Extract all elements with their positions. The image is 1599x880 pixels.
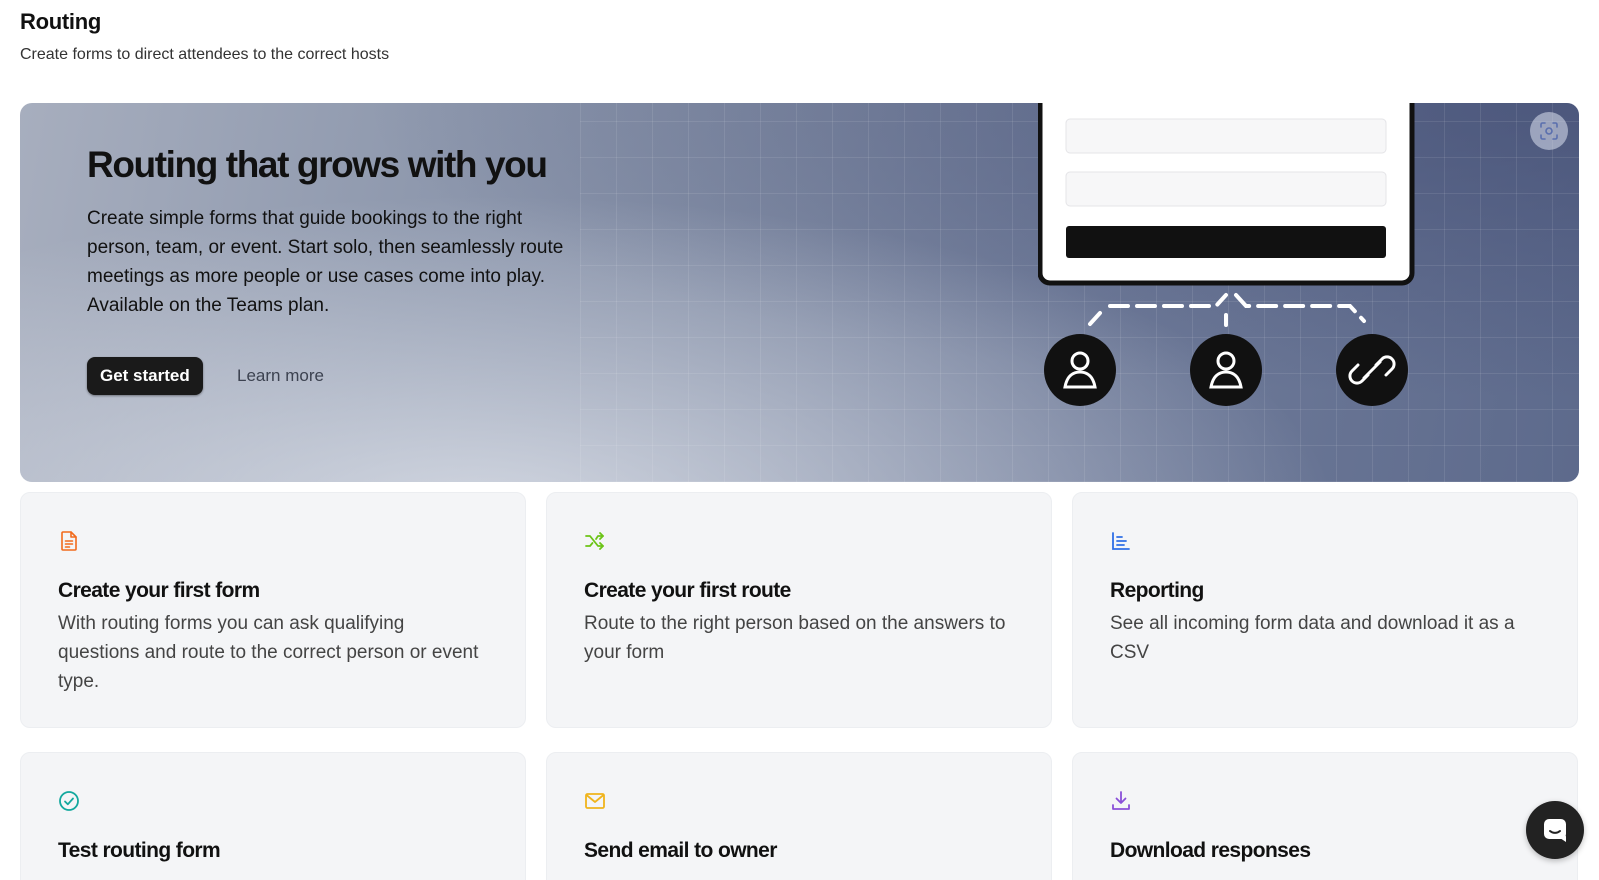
card-create-form[interactable]: Create your first form With routing form… bbox=[20, 492, 526, 728]
chat-bubble-icon bbox=[1544, 819, 1566, 842]
shuffle-icon bbox=[585, 532, 604, 550]
card-description: See all incoming form data and download … bbox=[1110, 613, 1515, 663]
card-reporting[interactable]: Reporting See all incoming form data and… bbox=[1072, 492, 1578, 728]
bar-chart-icon bbox=[1112, 532, 1130, 550]
card-create-route[interactable]: Create your first route Route to the rig… bbox=[546, 492, 1052, 728]
card-description: With routing forms you can ask qualifyin… bbox=[58, 613, 479, 692]
hero-title: Routing that grows with you bbox=[87, 144, 548, 185]
focus-expand-icon bbox=[1540, 122, 1558, 140]
chat-launcher-button[interactable] bbox=[1526, 801, 1584, 859]
card-title: Test routing form bbox=[58, 839, 221, 862]
check-circle-icon bbox=[59, 791, 79, 811]
hero-banner: Routing that grows with you Create simpl… bbox=[20, 103, 1579, 482]
get-started-button[interactable]: Get started bbox=[87, 357, 203, 395]
card-download-responses[interactable]: Download responses bbox=[1072, 752, 1578, 880]
expand-button[interactable] bbox=[1530, 112, 1568, 150]
routing-illustration bbox=[1038, 103, 1415, 406]
card-send-email[interactable]: Send email to owner bbox=[546, 752, 1052, 880]
page-title: Routing bbox=[20, 9, 101, 34]
page-header: Routing Create forms to direct attendees… bbox=[20, 8, 389, 65]
card-title: Download responses bbox=[1110, 839, 1311, 862]
card-description: Route to the right person based on the a… bbox=[584, 613, 1006, 663]
mail-icon bbox=[585, 793, 605, 809]
hero-description: Create simple forms that guide bookings … bbox=[87, 208, 564, 316]
card-title: Reporting bbox=[1110, 579, 1204, 602]
document-icon bbox=[61, 531, 77, 551]
learn-more-link[interactable]: Learn more bbox=[225, 357, 336, 395]
card-title: Send email to owner bbox=[584, 839, 777, 862]
card-test-form[interactable]: Test routing form bbox=[20, 752, 526, 880]
card-title: Create your first form bbox=[58, 579, 260, 602]
card-title: Create your first route bbox=[584, 579, 791, 602]
download-icon bbox=[1112, 791, 1130, 810]
page-subtitle: Create forms to direct attendees to the … bbox=[20, 46, 390, 63]
